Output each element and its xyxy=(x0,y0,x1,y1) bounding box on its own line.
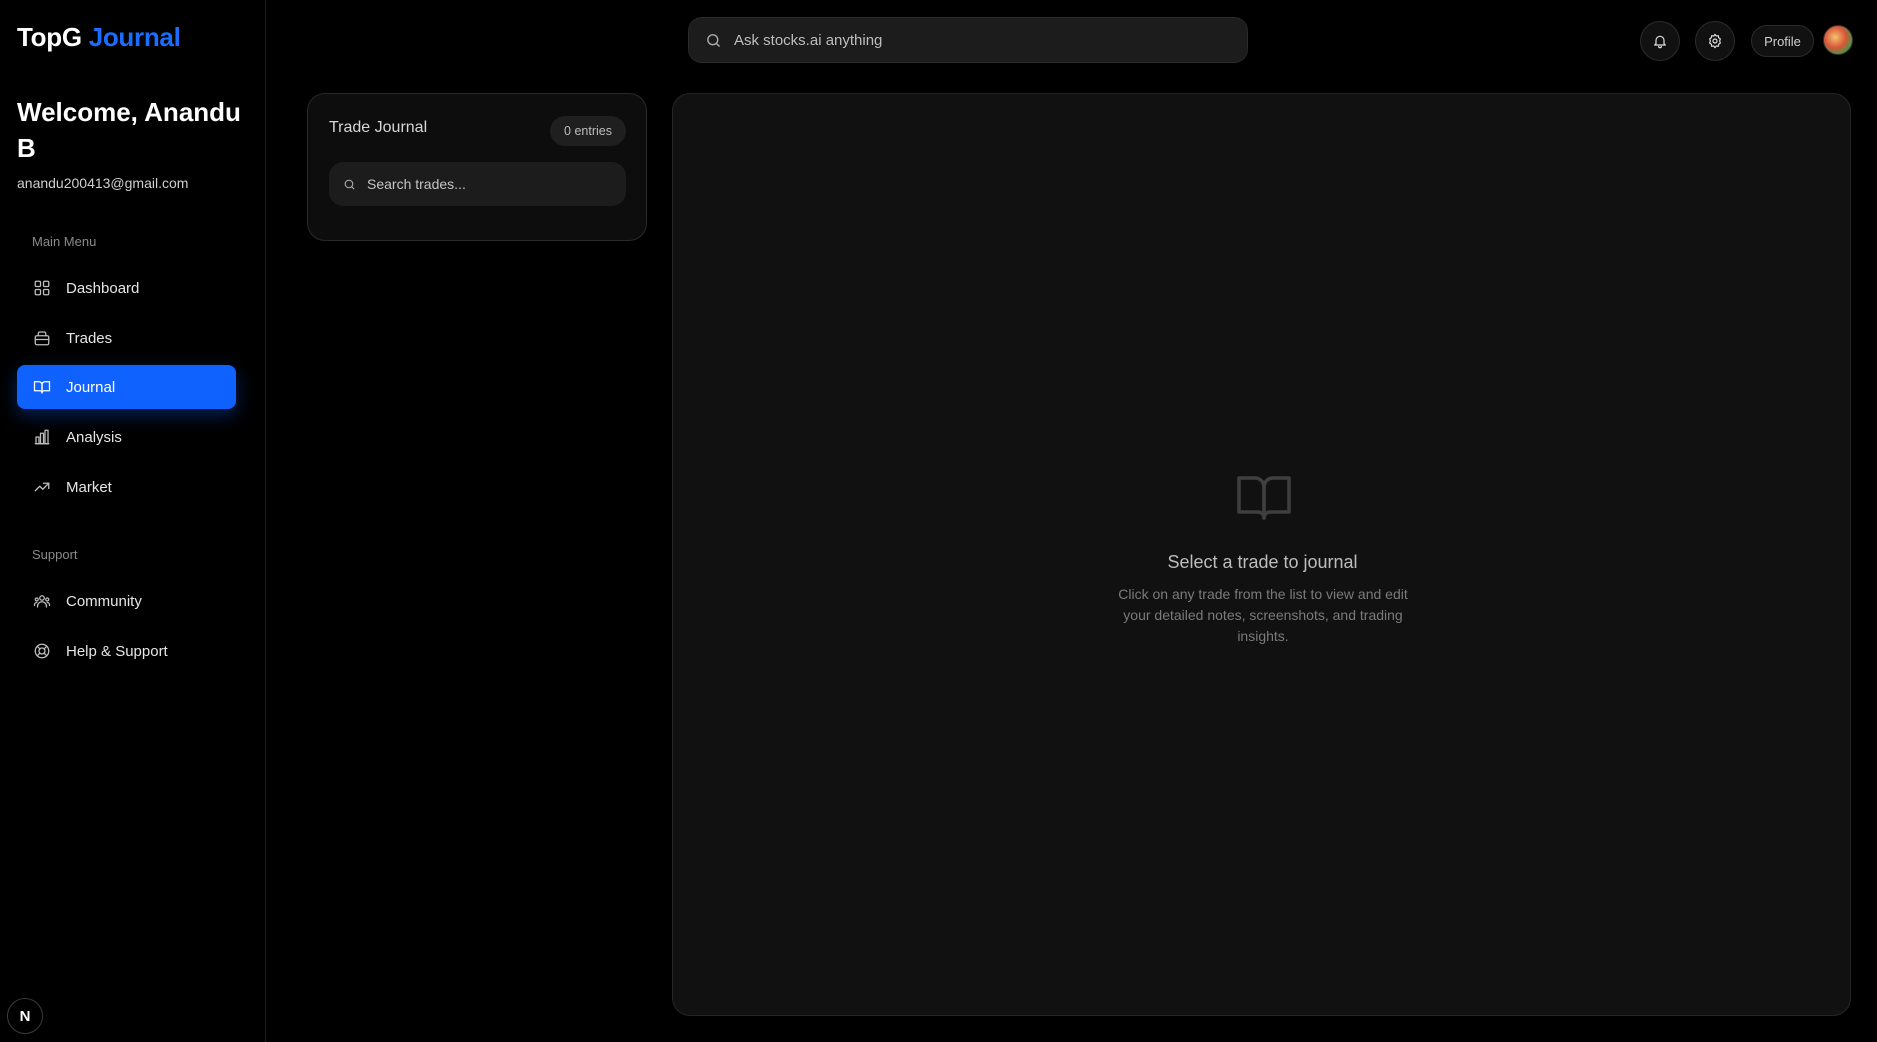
bell-icon xyxy=(1654,35,1666,49)
sidebar-item-community[interactable]: Community xyxy=(17,579,236,623)
notifications-button[interactable] xyxy=(1640,21,1680,61)
gear-icon xyxy=(1709,33,1721,49)
empty-state-description: Click on any trade from the list to view… xyxy=(1118,586,1408,644)
users-icon xyxy=(33,592,51,610)
grid-icon xyxy=(33,279,51,297)
bar-chart-icon xyxy=(33,428,51,446)
book-icon xyxy=(33,378,51,396)
briefcase-icon xyxy=(33,329,51,347)
sidebar-item-trades[interactable]: Trades xyxy=(17,316,236,360)
trade-journal-title: Trade Journal xyxy=(329,119,428,136)
settings-button[interactable] xyxy=(1695,21,1735,61)
user-email: anandu200413@gmail.com xyxy=(17,175,189,191)
sidebar-item-analysis[interactable]: Analysis xyxy=(17,415,236,459)
global-search[interactable] xyxy=(688,17,1248,63)
sidebar-item-label: Market xyxy=(66,478,112,496)
search-icon xyxy=(707,33,720,47)
empty-state-title: Select a trade to journal xyxy=(1167,552,1358,572)
trending-up-icon xyxy=(33,478,51,496)
sidebar-item-label: Help & Support xyxy=(66,642,168,660)
entries-count-badge: 0 entries xyxy=(550,116,626,146)
trade-search[interactable] xyxy=(329,162,626,206)
profile-button[interactable]: Profile xyxy=(1751,25,1814,57)
sidebar-item-label: Dashboard xyxy=(66,279,140,297)
avatar[interactable] xyxy=(1823,25,1853,55)
sidebar-item-market[interactable]: Market xyxy=(17,465,236,509)
next-logo-badge[interactable]: N xyxy=(7,998,43,1034)
global-search-input[interactable] xyxy=(734,31,1214,49)
main-menu-label: Main Menu xyxy=(32,234,97,249)
sidebar-item-label: Journal xyxy=(66,378,116,396)
trade-search-input[interactable] xyxy=(367,176,607,192)
sidebar-item-journal[interactable]: Journal xyxy=(17,365,236,409)
journal-detail-panel: Select a trade to journal Click on any t… xyxy=(672,93,1851,1016)
sidebar-item-dashboard[interactable]: Dashboard xyxy=(17,266,236,310)
search-icon xyxy=(344,179,355,189)
support-label: Support xyxy=(32,547,78,562)
sidebar-item-label: Community xyxy=(66,592,142,610)
brand-logo[interactable]: TopG Journal xyxy=(17,22,181,53)
welcome-heading: Welcome, Anandu B xyxy=(17,97,241,163)
sidebar-item-label: Analysis xyxy=(66,428,122,446)
sidebar-item-help-support[interactable]: Help & Support xyxy=(17,629,236,673)
brand-name: TopG xyxy=(17,22,82,52)
trade-journal-card: Trade Journal 0 entries xyxy=(307,93,647,241)
book-open-icon xyxy=(1236,472,1292,522)
lifebuoy-icon xyxy=(33,642,51,660)
brand-accent-name: Journal xyxy=(88,22,181,52)
sidebar: TopG Journal Welcome, Anandu B anandu200… xyxy=(0,0,266,1042)
sidebar-item-label: Trades xyxy=(66,329,113,347)
